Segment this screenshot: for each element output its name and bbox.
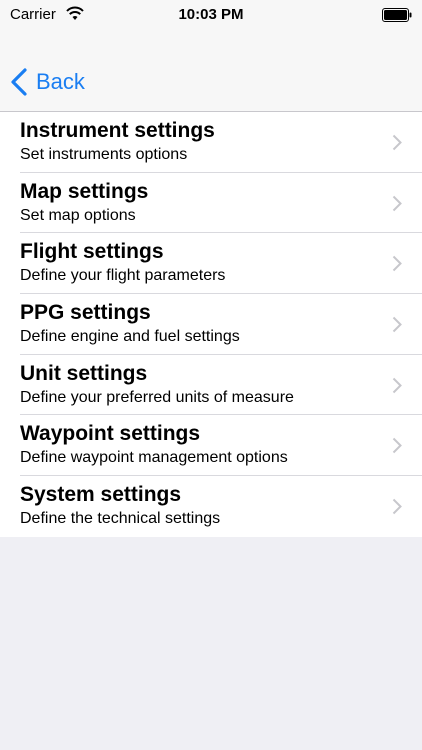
settings-row-unit[interactable]: Unit settings Define your preferred unit…: [0, 355, 422, 416]
settings-row-instrument[interactable]: Instrument settings Set instruments opti…: [0, 112, 422, 173]
settings-row-system[interactable]: System settings Define the technical set…: [0, 476, 422, 537]
row-title: Unit settings: [20, 361, 148, 385]
row-title: Flight settings: [20, 240, 164, 264]
status-time: 10:03 PM: [178, 6, 244, 23]
row-subtitle: Define the technical settings: [20, 510, 221, 528]
back-label: Back: [36, 69, 85, 94]
row-subtitle: Set instruments options: [20, 146, 188, 163]
row-subtitle: Define engine and fuel settings: [20, 328, 240, 346]
settings-row-waypoint[interactable]: Waypoint settings Define waypoint manage…: [0, 415, 422, 476]
row-subtitle: Set map options: [20, 206, 136, 224]
chevron-right-icon: [392, 134, 402, 151]
chevron-right-icon: [392, 438, 402, 454]
row-title: Map settings: [20, 179, 149, 203]
chevron-right-icon: [392, 377, 402, 393]
chevron-left-icon: [11, 68, 27, 96]
row-title: Waypoint settings: [20, 422, 201, 446]
row-title: PPG settings: [20, 301, 151, 325]
settings-row-ppg[interactable]: PPG settings Define engine and fuel sett…: [0, 294, 422, 355]
battery-icon: [382, 8, 412, 22]
chevron-right-icon: [392, 316, 402, 333]
navigation-bar: Back: [0, 30, 422, 112]
chevron-right-icon: [392, 498, 402, 515]
status-bar: Carrier 10:03 PM: [0, 0, 422, 30]
back-button[interactable]: Back: [10, 66, 85, 98]
row-subtitle: Define your preferred units of measure: [20, 388, 294, 406]
row-title: System settings: [20, 483, 182, 507]
settings-list: Instrument settings Set instruments opti…: [0, 112, 422, 537]
chevron-right-icon: [392, 195, 402, 211]
row-subtitle: Define waypoint management options: [20, 449, 288, 467]
row-title: Instrument settings: [20, 119, 215, 142]
chevron-right-icon: [392, 256, 402, 272]
settings-row-map[interactable]: Map settings Set map options: [0, 173, 422, 234]
settings-row-flight[interactable]: Flight settings Define your flight param…: [0, 233, 422, 294]
row-subtitle: Define your flight parameters: [20, 267, 226, 285]
